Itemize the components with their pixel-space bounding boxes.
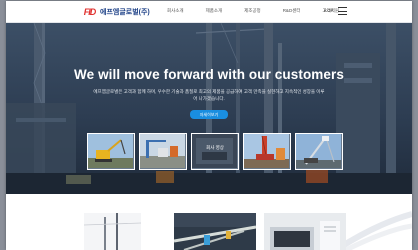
nav-item-products[interactable]: 제품소개 — [206, 8, 223, 14]
browser-page: FID 에프엠글로벌(주) 회사소개 제품소개 제조공정 R&D센터 고객지원 … — [6, 1, 412, 250]
thumbnail-site[interactable] — [139, 133, 187, 170]
site-header: FID 에프엠글로벌(주) 회사소개 제품소개 제조공정 R&D센터 고객지원 … — [6, 1, 412, 23]
logo-mark: FID — [83, 6, 96, 17]
decorative-lines — [336, 211, 412, 250]
hero-description: 에프엠글로벌은 고객과 함께 하며, 우수한 기술과 품질로 최고의 제품을 공… — [93, 89, 325, 101]
feature-card-2[interactable] — [174, 213, 256, 250]
hero-banner: We will move forward with our customers … — [6, 23, 412, 194]
feature-card-3[interactable] — [264, 213, 346, 250]
thumbnail-video-label: 회사 영상 — [206, 145, 224, 150]
nav-item-rnd[interactable]: R&D센터 — [283, 8, 301, 14]
thumbnail-video[interactable]: 회사 영상 — [191, 133, 239, 170]
thumbnail-excavator[interactable] — [87, 133, 135, 170]
language-selector[interactable]: KOR — [324, 8, 334, 13]
logo-text: 에프엠글로벌(주) — [100, 8, 150, 16]
nav-item-process[interactable]: 제조공정 — [244, 8, 261, 14]
product-thumbnails: 회사 영상 — [87, 133, 343, 170]
site-logo[interactable]: FID 에프엠글로벌(주) — [82, 6, 150, 17]
thumbnail-crane-red[interactable] — [243, 133, 291, 170]
main-nav: 회사소개 제품소개 제조공정 R&D센터 고객지원 — [156, 8, 339, 14]
feature-section — [6, 194, 412, 250]
nav-item-company[interactable]: 회사소개 — [167, 8, 184, 14]
feature-card-1[interactable] — [84, 213, 141, 250]
more-button[interactable]: 자세히보기 — [190, 110, 228, 119]
menu-icon[interactable] — [338, 7, 347, 15]
hero-title: We will move forward with our customers — [74, 67, 344, 82]
thumbnail-drill-rig[interactable] — [295, 133, 343, 170]
